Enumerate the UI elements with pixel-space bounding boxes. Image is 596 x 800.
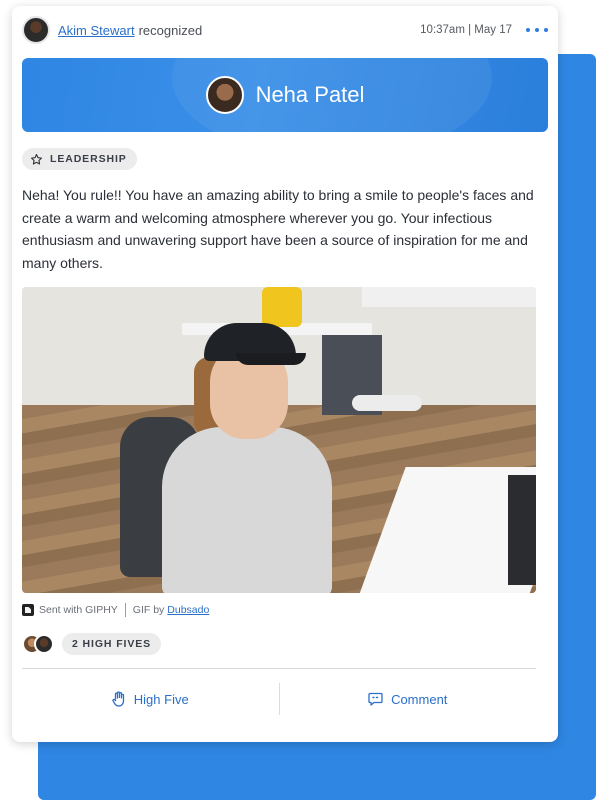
- more-options-icon[interactable]: [526, 22, 548, 38]
- value-badge: LEADERSHIP: [22, 148, 137, 170]
- gif-image[interactable]: [22, 287, 536, 593]
- divider: [124, 603, 126, 617]
- recipient-name[interactable]: Neha Patel: [256, 82, 365, 108]
- post-header: Akim Stewart recognized 10:37am | May 17: [22, 14, 548, 46]
- high-five-button[interactable]: High Five: [22, 669, 279, 729]
- recognition-message: Neha! You rule!! You have an amazing abi…: [22, 187, 534, 271]
- high-fives-summary[interactable]: 2 HIGH FIVES: [22, 633, 162, 655]
- high-five-avatars: [22, 633, 56, 655]
- recipient-avatar[interactable]: [205, 76, 244, 114]
- comment-label: Comment: [391, 691, 448, 707]
- action-text: recognized: [138, 22, 203, 38]
- action-bar: High Five Comment: [22, 669, 536, 729]
- comment-icon: [368, 692, 383, 706]
- recipient-banner: Neha Patel: [22, 58, 548, 132]
- giver-name-link[interactable]: Akim Stewart: [58, 23, 135, 38]
- giphy-attribution: Sent with GIPHY GIF by Dubsado: [22, 601, 209, 619]
- post-timestamp: 10:37am | May 17: [420, 24, 512, 36]
- star-icon: [30, 153, 43, 165]
- giphy-logo-icon: [22, 604, 34, 616]
- high-five-label: High Five: [133, 691, 189, 707]
- hand-icon: [112, 691, 124, 707]
- gif-author-link[interactable]: Dubsado: [167, 604, 209, 616]
- badge-label: LEADERSHIP: [50, 153, 127, 165]
- recognition-card: Akim Stewart recognized 10:37am | May 17…: [12, 6, 558, 742]
- comment-button[interactable]: Comment: [280, 669, 537, 729]
- giver-avatar[interactable]: [22, 16, 50, 44]
- high-fives-count[interactable]: 2 HIGH FIVES: [62, 633, 162, 655]
- avatar: [34, 634, 54, 654]
- sent-with-giphy: Sent with GIPHY: [39, 604, 118, 616]
- gif-by-label: GIF by: [132, 604, 165, 616]
